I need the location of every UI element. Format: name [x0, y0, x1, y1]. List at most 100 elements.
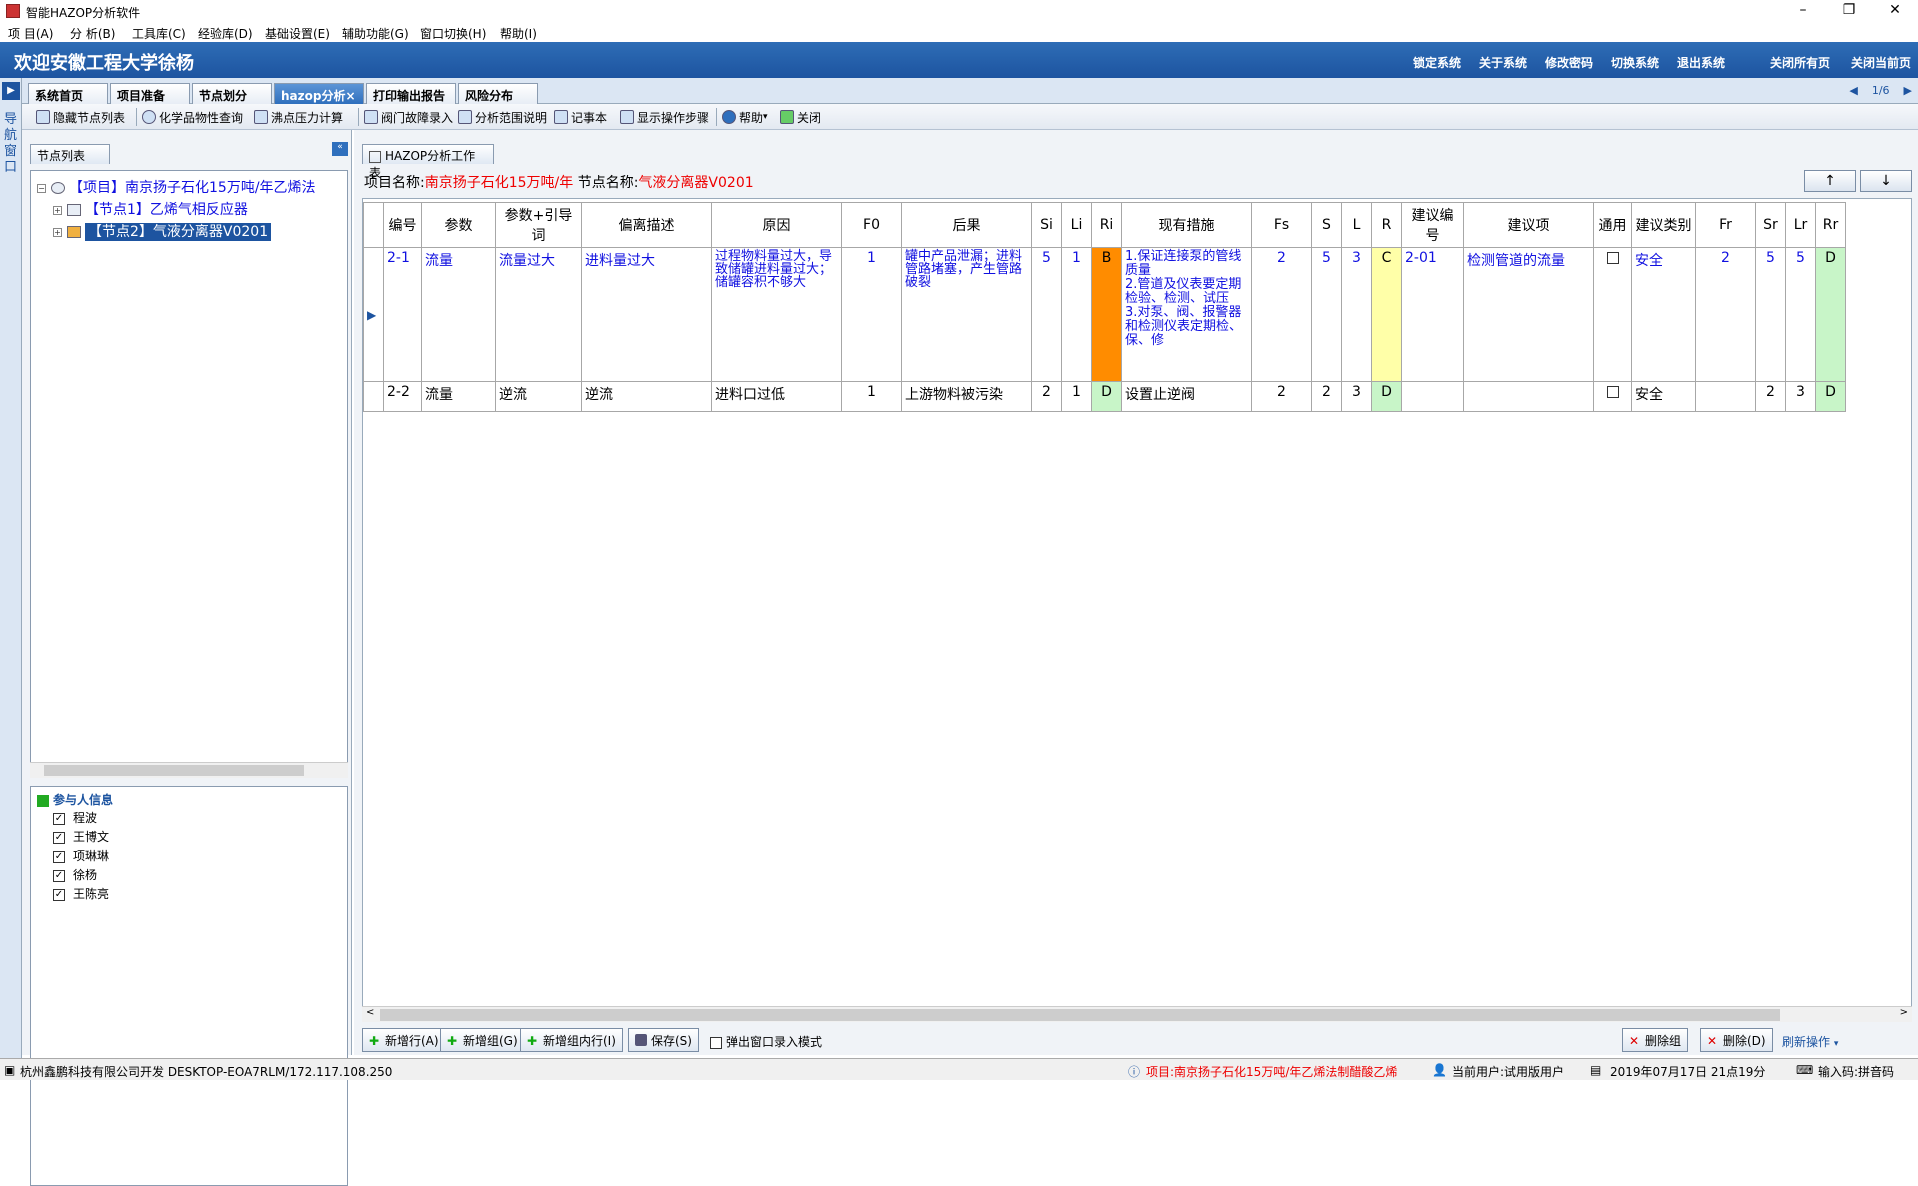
cell-fr[interactable]	[1695, 381, 1756, 412]
show-steps-button[interactable]: 显示操作步骤	[620, 108, 709, 126]
cell-rr[interactable]: D	[1815, 247, 1846, 382]
cell-f0[interactable]: 1	[841, 247, 902, 382]
cell-li[interactable]: 1	[1061, 381, 1092, 412]
close-current-page-link[interactable]: 关闭当前页	[1851, 54, 1911, 71]
menu-basic-settings[interactable]: 基础设置(E)	[265, 25, 330, 42]
cell-guide[interactable]: 逆流	[495, 381, 582, 412]
tab-hazop-analysis[interactable]: hazop分析×	[274, 83, 364, 104]
navigation-strip[interactable]: ▶ 导 航 窗 口	[0, 78, 22, 1080]
column-header[interactable]: L	[1341, 202, 1372, 248]
hide-node-list-button[interactable]: 隐藏节点列表	[36, 108, 125, 126]
cell-common[interactable]	[1593, 381, 1632, 412]
column-header[interactable]: 建议编号	[1401, 202, 1464, 248]
column-header[interactable]: 参数+引导词	[495, 202, 582, 248]
collapse-icon[interactable]: −	[37, 183, 46, 193]
cell-lr[interactable]: 5	[1785, 247, 1816, 382]
menu-analysis[interactable]: 分 析(B)	[70, 25, 115, 42]
column-header[interactable]: 偏离描述	[581, 202, 712, 248]
column-header[interactable]: R	[1371, 202, 1402, 248]
cell-l[interactable]: 3	[1341, 247, 1372, 382]
menu-experience[interactable]: 经验库(D)	[198, 25, 253, 42]
cell-fs[interactable]: 2	[1251, 247, 1312, 382]
switch-system-link[interactable]: 切换系统	[1611, 54, 1659, 71]
cell-measures[interactable]: 设置止逆阀	[1121, 381, 1252, 412]
cell-deviation[interactable]: 逆流	[581, 381, 712, 412]
checkbox[interactable]: ✓	[53, 850, 65, 863]
column-header[interactable]: Si	[1031, 202, 1062, 248]
delete-group-button[interactable]: ✕ 删除组	[1622, 1028, 1689, 1052]
column-header[interactable]: 编号	[383, 202, 422, 248]
add-row-button[interactable]: ✚ 新增行(A)	[362, 1028, 446, 1052]
tab-risk-distribution[interactable]: 风险分布	[458, 83, 538, 104]
node-list-tab[interactable]: 节点列表	[30, 144, 110, 164]
tab-node-division[interactable]: 节点划分	[192, 83, 272, 104]
cell-category[interactable]: 安全	[1631, 247, 1696, 382]
cell-consequence[interactable]: 上游物料被污染	[901, 381, 1032, 412]
grid-horizontal-scrollbar[interactable]: < >	[362, 1006, 1912, 1022]
restore-button[interactable]: ❐	[1826, 0, 1872, 22]
participant-item[interactable]: ✓ 项琳琳	[53, 847, 109, 864]
row-selector[interactable]	[363, 381, 384, 412]
tab-project-prep[interactable]: 项目准备	[110, 83, 190, 104]
close-window-button[interactable]: ✕	[1872, 0, 1918, 22]
refresh-menu[interactable]: 刷新操作 ▾	[1782, 1033, 1838, 1050]
column-header[interactable]: Fs	[1251, 202, 1312, 248]
boiling-pressure-button[interactable]: 沸点压力计算	[254, 108, 343, 126]
menu-auxiliary[interactable]: 辅助功能(G)	[342, 25, 409, 42]
cell-sr[interactable]: 2	[1755, 381, 1786, 412]
cell-guide[interactable]: 流量过大	[495, 247, 582, 382]
minimize-button[interactable]: –	[1780, 0, 1826, 22]
expand-icon[interactable]: +	[53, 227, 62, 237]
tree-node-2[interactable]: + 【节点2】气液分离器V0201	[53, 221, 272, 241]
cell-consequence[interactable]: 罐中产品泄漏；进料管路堵塞，产生管路破裂	[901, 247, 1032, 382]
collapse-panel-icon[interactable]: «	[332, 142, 348, 156]
move-down-button[interactable]: ↓	[1860, 170, 1912, 192]
add-group-row-button[interactable]: ✚ 新增组内行(I)	[520, 1028, 623, 1052]
delete-button[interactable]: ✕ 删除(D)	[1700, 1028, 1773, 1052]
about-system-link[interactable]: 关于系统	[1479, 54, 1527, 71]
table-row[interactable]: ▶ 2-1 流量 流量过大 进料量过大 过程物料量过大，导致储罐进料量过大；储罐…	[363, 247, 1846, 382]
cell-common[interactable]	[1593, 247, 1632, 382]
expand-icon[interactable]: +	[53, 205, 62, 215]
checkbox[interactable]: ✓	[53, 869, 65, 882]
cell-si[interactable]: 2	[1031, 381, 1062, 412]
cell-si[interactable]: 5	[1031, 247, 1062, 382]
menu-project[interactable]: 项 目(A)	[8, 25, 53, 42]
column-header[interactable]: 建议类别	[1631, 202, 1696, 248]
tab-home[interactable]: 系统首页	[28, 83, 108, 104]
menu-tools[interactable]: 工具库(C)	[132, 25, 186, 42]
cell-li[interactable]: 1	[1061, 247, 1092, 382]
participant-item[interactable]: ✓ 王博文	[53, 828, 109, 845]
checkbox[interactable]	[1606, 386, 1619, 398]
close-button[interactable]: 关闭	[780, 108, 821, 126]
scroll-right-icon[interactable]: >	[1900, 1007, 1908, 1018]
cell-id[interactable]: 2-1	[383, 247, 422, 382]
cell-suggestion[interactable]: 检测管道的流量	[1463, 247, 1594, 382]
cell-r[interactable]: D	[1371, 381, 1402, 412]
cell-ri[interactable]: B	[1091, 247, 1122, 382]
cell-param[interactable]: 流量	[421, 381, 496, 412]
column-header[interactable]: Sr	[1755, 202, 1786, 248]
column-header[interactable]: Fr	[1695, 202, 1756, 248]
cell-cause[interactable]: 过程物料量过大，导致储罐进料量过大；储罐容积不够大	[711, 247, 842, 382]
checkbox[interactable]	[1606, 252, 1619, 264]
cell-fr[interactable]: 2	[1695, 247, 1756, 382]
menu-help[interactable]: 帮助(I)	[500, 25, 537, 42]
participant-item[interactable]: ✓ 王陈亮	[53, 885, 109, 902]
cell-l[interactable]: 3	[1341, 381, 1372, 412]
expand-nav-icon[interactable]: ▶	[2, 82, 20, 100]
cell-f0[interactable]: 1	[841, 381, 902, 412]
cell-category[interactable]: 安全	[1631, 381, 1696, 412]
help-button[interactable]: 帮助 ▾	[722, 108, 768, 126]
scroll-thumb[interactable]	[380, 1009, 1780, 1021]
cell-deviation[interactable]: 进料量过大	[581, 247, 712, 382]
cell-lr[interactable]: 3	[1785, 381, 1816, 412]
prev-page-icon[interactable]: ◀	[1849, 84, 1857, 97]
cell-s[interactable]: 2	[1311, 381, 1342, 412]
valve-fault-button[interactable]: 阀门故障录入	[364, 108, 453, 126]
chemical-query-button[interactable]: 化学品物性查询	[142, 108, 243, 126]
column-header[interactable]: Rr	[1815, 202, 1846, 248]
cell-suggestion-id[interactable]: 2-01	[1401, 247, 1464, 382]
cell-fs[interactable]: 2	[1251, 381, 1312, 412]
cell-id[interactable]: 2-2	[383, 381, 422, 412]
